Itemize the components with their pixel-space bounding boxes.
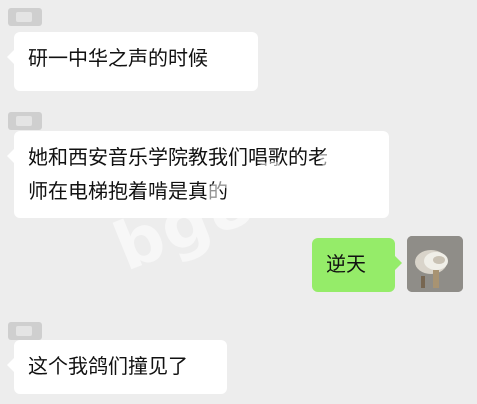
message-bubble-left[interactable]: 她和西安音乐学院教我们唱歌的老 师在电梯抱着啃是真的 [7,131,389,218]
message-text-line: 逆天 [326,252,366,276]
message-text-line: 她和西安音乐学院教我们唱歌的老 [28,145,328,169]
message-text-line: 师在电梯抱着啃是真的 [28,179,228,203]
chat-conversation: 研一中华之声的时候 她和西安音乐学院教我们唱歌的老 师在电梯抱着啃是真的 逆天 … [0,0,477,404]
message-text-line: 这个我鸽们撞见了 [28,354,188,378]
message-bubble-left[interactable]: 这个我鸽们撞见了 [7,340,227,394]
message-bubble-left[interactable]: 研一中华之声的时候 [7,32,258,91]
avatar-placeholder-icon [8,322,42,340]
user-avatar-icon[interactable] [407,236,463,292]
message-text-line: 研一中华之声的时候 [28,46,208,70]
avatar-placeholder-icon [8,8,42,26]
avatar-image [407,236,463,292]
avatar-placeholder-icon [8,112,42,130]
message-bubble-right[interactable]: 逆天 [312,238,402,292]
